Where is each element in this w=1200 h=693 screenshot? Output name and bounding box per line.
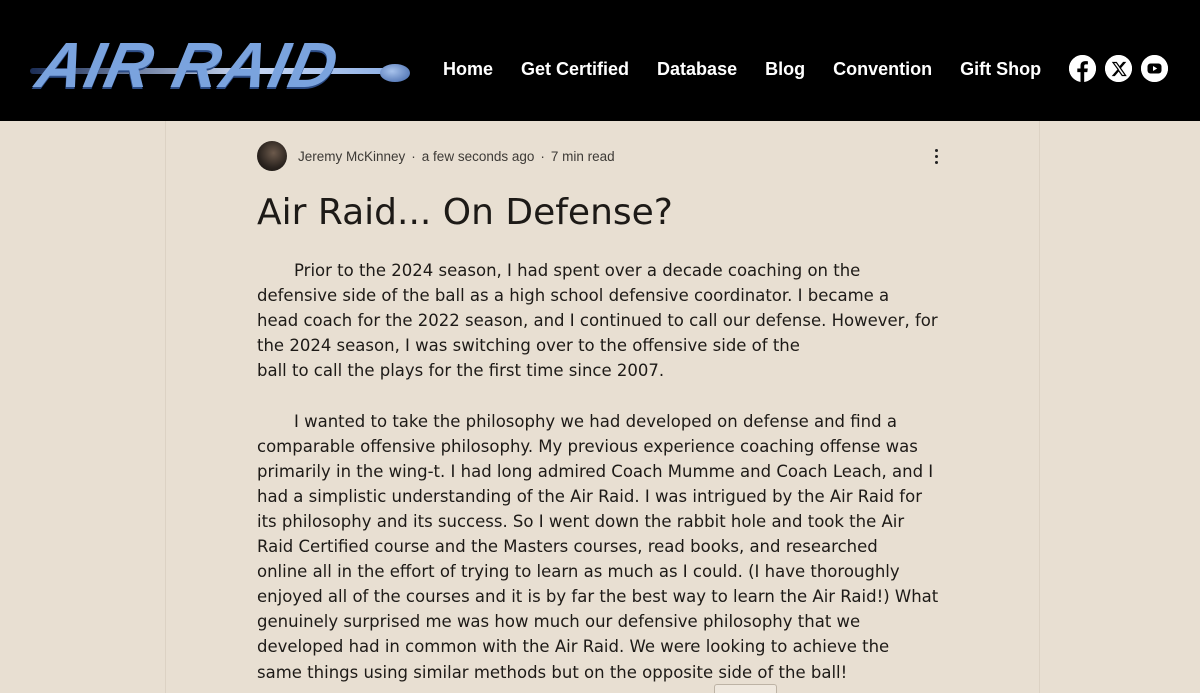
main-nav: Home Get Certified Database Blog Convent… (443, 57, 1069, 81)
paragraph-line: I wanted to take the philosophy we had d… (294, 411, 897, 431)
paragraph-line: genuinely surprised me was how much our … (257, 612, 861, 632)
more-actions-icon[interactable] (926, 145, 946, 167)
post-time: a few seconds ago (421, 148, 535, 164)
paragraph-line: had a simplistic understanding of the Ai… (257, 486, 922, 506)
post-meta: Jeremy McKinney · a few seconds ago · 7 … (257, 141, 615, 171)
paragraph-line: primarily in the wing-t. I had long admi… (257, 461, 934, 481)
social-links (1069, 55, 1168, 82)
paragraph-line: enjoyed all of the courses and it is by … (257, 587, 939, 607)
nav-convention[interactable]: Convention (833, 57, 932, 81)
meta-separator: · (540, 148, 545, 164)
paragraph-line: same things using similar methods but on… (257, 662, 848, 682)
youtube-icon[interactable] (1141, 55, 1168, 82)
paragraph-line: the 2024 season, I was switching over to… (257, 336, 800, 356)
paragraph-line: defensive side of the ball as a high sch… (257, 286, 890, 306)
author-name[interactable]: Jeremy McKinney (298, 149, 405, 164)
paragraph-line: head coach for the 2022 season, and I co… (257, 311, 938, 331)
air-raid-logo[interactable]: AIR RAID (30, 29, 415, 101)
nav-database[interactable]: Database (657, 57, 737, 81)
paragraph-line: its philosophy and its success. So I wen… (257, 511, 905, 531)
read-time: 7 min read (550, 148, 615, 164)
nav-home[interactable]: Home (443, 57, 493, 81)
post-title: Air Raid... On Defense? (257, 192, 673, 233)
paragraph-line: comparable offensive philosophy. My prev… (257, 436, 918, 456)
avatar[interactable] (257, 141, 287, 171)
paragraph-line: ball to call the plays for the first tim… (257, 361, 665, 381)
x-icon[interactable] (1105, 55, 1132, 82)
paragraph-line: Raid Certified course and the Masters co… (257, 537, 878, 557)
nav-blog[interactable]: Blog (765, 57, 805, 81)
paragraph-line: Prior to the 2024 season, I had spent ov… (294, 261, 861, 280)
paragraph-line: online all in the effort of trying to le… (257, 562, 900, 582)
logo-text: AIR RAID (30, 29, 347, 101)
paragraph-line: developed had in common with the Air Rai… (257, 637, 890, 657)
football-icon (380, 64, 410, 82)
meta-separator: · (411, 148, 416, 164)
nav-gift-shop[interactable]: Gift Shop (960, 57, 1041, 81)
site-header: AIR RAID Home Get Certified Database Blo… (0, 0, 1200, 121)
facebook-icon[interactable] (1069, 55, 1096, 82)
floating-tab[interactable] (714, 684, 777, 693)
nav-get-certified[interactable]: Get Certified (521, 57, 629, 81)
post-body: Prior to the 2024 season, I had spent ov… (257, 258, 957, 685)
